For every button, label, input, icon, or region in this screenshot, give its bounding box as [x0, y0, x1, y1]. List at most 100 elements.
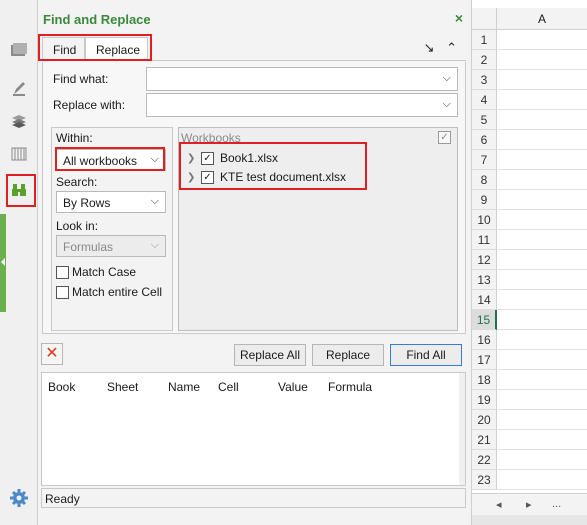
cell-a[interactable] [497, 410, 587, 430]
column-header[interactable]: Cell [218, 380, 239, 394]
tab-find[interactable]: Find [42, 37, 85, 61]
tab-replace[interactable]: Replace [85, 37, 148, 61]
more-sheets-icon[interactable]: ... [552, 498, 561, 510]
row-header[interactable]: 22 [472, 450, 497, 470]
row-header[interactable]: 4 [472, 90, 497, 110]
cell-a[interactable] [497, 310, 587, 330]
workbook-item[interactable]: ❯ ✓ Book1.xlsx [187, 149, 278, 167]
cell-a[interactable] [497, 270, 587, 290]
column-header[interactable]: Value [278, 380, 308, 394]
status-bar: Ready [41, 488, 466, 508]
row-header[interactable]: 19 [472, 390, 497, 410]
row-header[interactable]: 21 [472, 430, 497, 450]
column-header-a[interactable]: A [497, 8, 587, 30]
find-what-input[interactable]: ⌵ [146, 67, 458, 91]
replace-with-label: Replace with: [53, 98, 126, 112]
window-icon[interactable] [9, 40, 29, 60]
spreadsheet: A 1 2 3 4 5 6 7 8 9 10 11 12 13 14 15 16 17 18 19 20 21 22 23 … [472, 0, 587, 525]
row-header[interactable]: 18 [472, 370, 497, 390]
row-header[interactable]: 1 [472, 30, 497, 50]
chevron-down-icon[interactable]: ⌵ [443, 72, 451, 85]
results-scrollbar[interactable] [459, 373, 465, 485]
expand-icon[interactable]: ❯ [187, 172, 201, 183]
cell-a[interactable] [497, 330, 587, 350]
next-sheet-icon[interactable]: ▸ [526, 498, 532, 511]
row-header[interactable]: 3 [472, 70, 497, 90]
gear-icon[interactable] [9, 488, 29, 508]
row-header[interactable]: 9 [472, 190, 497, 210]
search-select[interactable]: By Rows ⌵ [56, 191, 166, 213]
cell-a[interactable] [497, 210, 587, 230]
row-header[interactable]: 12 [472, 250, 497, 270]
within-select[interactable]: All workbooks ⌵ [56, 149, 166, 171]
binoculars-icon[interactable] [9, 180, 29, 200]
cell-a[interactable] [497, 50, 587, 70]
close-icon[interactable]: × [455, 10, 463, 26]
row-header[interactable]: 16 [472, 330, 497, 350]
match-entire-cell-checkbox[interactable]: Match entire Cell [56, 285, 162, 299]
chevron-down-icon[interactable]: ⌵ [151, 195, 159, 208]
cell-a[interactable] [497, 370, 587, 390]
cell-a[interactable] [497, 470, 587, 490]
column-header[interactable]: Book [48, 380, 75, 394]
pencil-icon[interactable] [9, 78, 29, 98]
cell-a[interactable] [497, 390, 587, 410]
checkbox-box[interactable] [56, 285, 69, 299]
cell-a[interactable] [497, 450, 587, 470]
checkbox-checked[interactable]: ✓ [201, 151, 214, 165]
row-header[interactable]: 8 [472, 170, 497, 190]
replace-button[interactable]: Replace [312, 344, 384, 366]
cell-a[interactable] [497, 110, 587, 130]
cell-a[interactable] [497, 430, 587, 450]
cell-a[interactable] [497, 170, 587, 190]
column-header[interactable]: Name [168, 380, 200, 394]
row-header[interactable]: 7 [472, 150, 497, 170]
cell-a[interactable] [497, 150, 587, 170]
chevron-down-icon[interactable]: ⌵ [443, 98, 451, 111]
collapse-icon[interactable]: ⌃ [446, 40, 457, 55]
expand-icon[interactable]: ↘ [424, 40, 435, 55]
cell-a[interactable] [497, 130, 587, 150]
prev-sheet-icon[interactable]: ◂ [496, 498, 502, 511]
column-header[interactable]: Formula [328, 380, 372, 394]
column-header[interactable]: Sheet [107, 380, 138, 394]
match-case-checkbox[interactable]: Match Case [56, 265, 136, 279]
cell-a[interactable] [497, 90, 587, 110]
row-header[interactable]: 13 [472, 270, 497, 290]
row-header[interactable]: 20 [472, 410, 497, 430]
stack-icon[interactable] [9, 111, 29, 131]
workbook-name: Book1.xlsx [220, 151, 279, 165]
row-header[interactable]: 10 [472, 210, 497, 230]
select-all-corner[interactable] [472, 8, 497, 30]
cell-a[interactable] [497, 350, 587, 370]
cell-a[interactable] [497, 70, 587, 90]
row-header[interactable]: 5 [472, 110, 497, 130]
checkbox-checked[interactable]: ✓ [201, 170, 214, 184]
cell-a[interactable] [497, 230, 587, 250]
row-header[interactable]: 2 [472, 50, 497, 70]
cell-a[interactable] [497, 30, 587, 50]
cell-a[interactable] [497, 290, 587, 310]
chevron-down-icon[interactable]: ⌵ [151, 153, 159, 166]
row-header[interactable]: 23 [472, 470, 497, 490]
clear-results-button[interactable]: ✕ [41, 343, 63, 365]
expand-icon[interactable]: ❯ [187, 153, 201, 164]
cell-a[interactable] [497, 190, 587, 210]
workbook-item[interactable]: ❯ ✓ KTE test document.xlsx [187, 168, 346, 186]
row-header[interactable]: 14 [472, 290, 497, 310]
cell-a[interactable] [497, 250, 587, 270]
row-header[interactable]: 6 [472, 130, 497, 150]
results-table: Book Sheet Name Cell Value Formula [41, 372, 466, 486]
row-header[interactable]: 15 [472, 310, 497, 330]
checkbox-box[interactable] [56, 265, 69, 279]
replace-with-input[interactable]: ⌵ [146, 93, 458, 117]
collapse-handle[interactable] [0, 214, 6, 312]
columns-icon[interactable] [9, 144, 29, 164]
row-header[interactable]: 11 [472, 230, 497, 250]
workbook-name: KTE test document.xlsx [220, 170, 347, 184]
find-replace-panel: Find and Replace × Find Replace ↘ ⌃ Find… [38, 0, 472, 525]
replace-all-button[interactable]: Replace All [234, 344, 306, 366]
select-all-checkbox[interactable]: ✓ [438, 131, 451, 144]
find-all-button[interactable]: Find All [390, 344, 462, 366]
row-header[interactable]: 17 [472, 350, 497, 370]
